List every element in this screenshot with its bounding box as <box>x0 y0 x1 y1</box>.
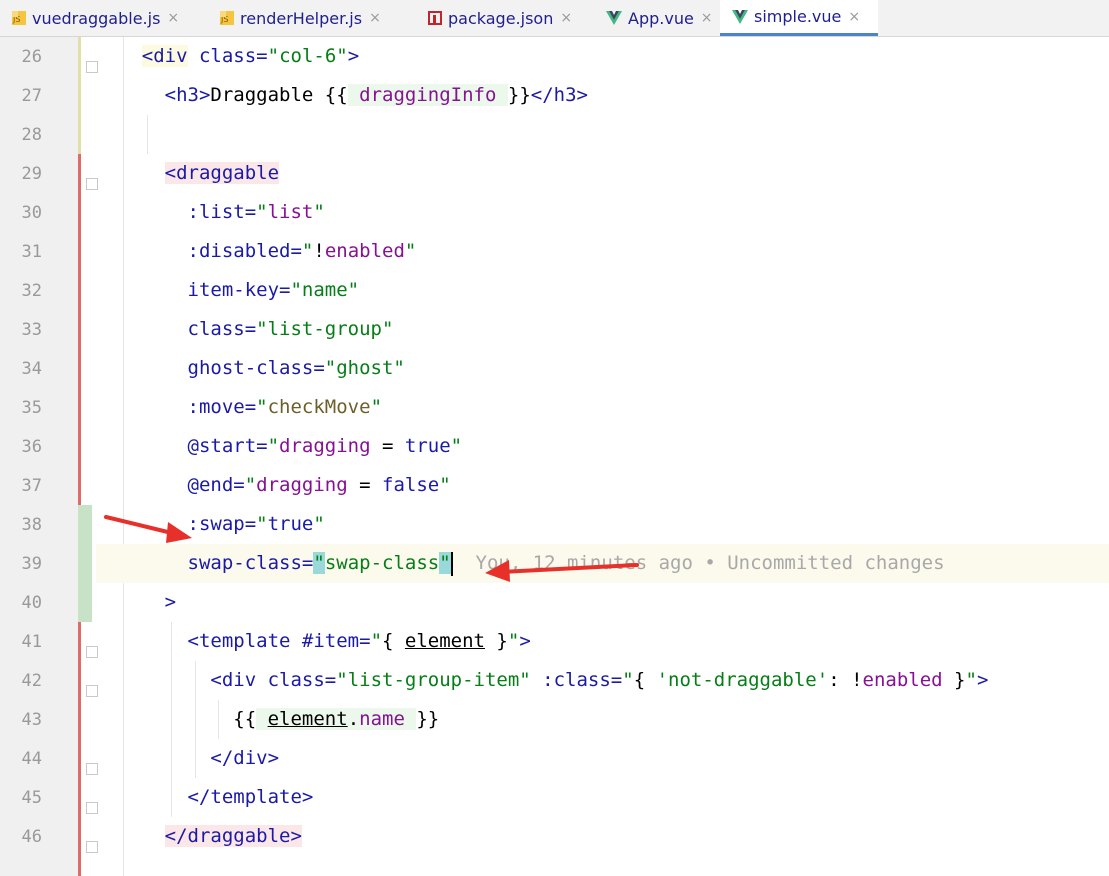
arrow-icon <box>104 515 192 543</box>
arrow-icon <box>485 560 639 582</box>
annotation-overlay <box>104 515 639 582</box>
